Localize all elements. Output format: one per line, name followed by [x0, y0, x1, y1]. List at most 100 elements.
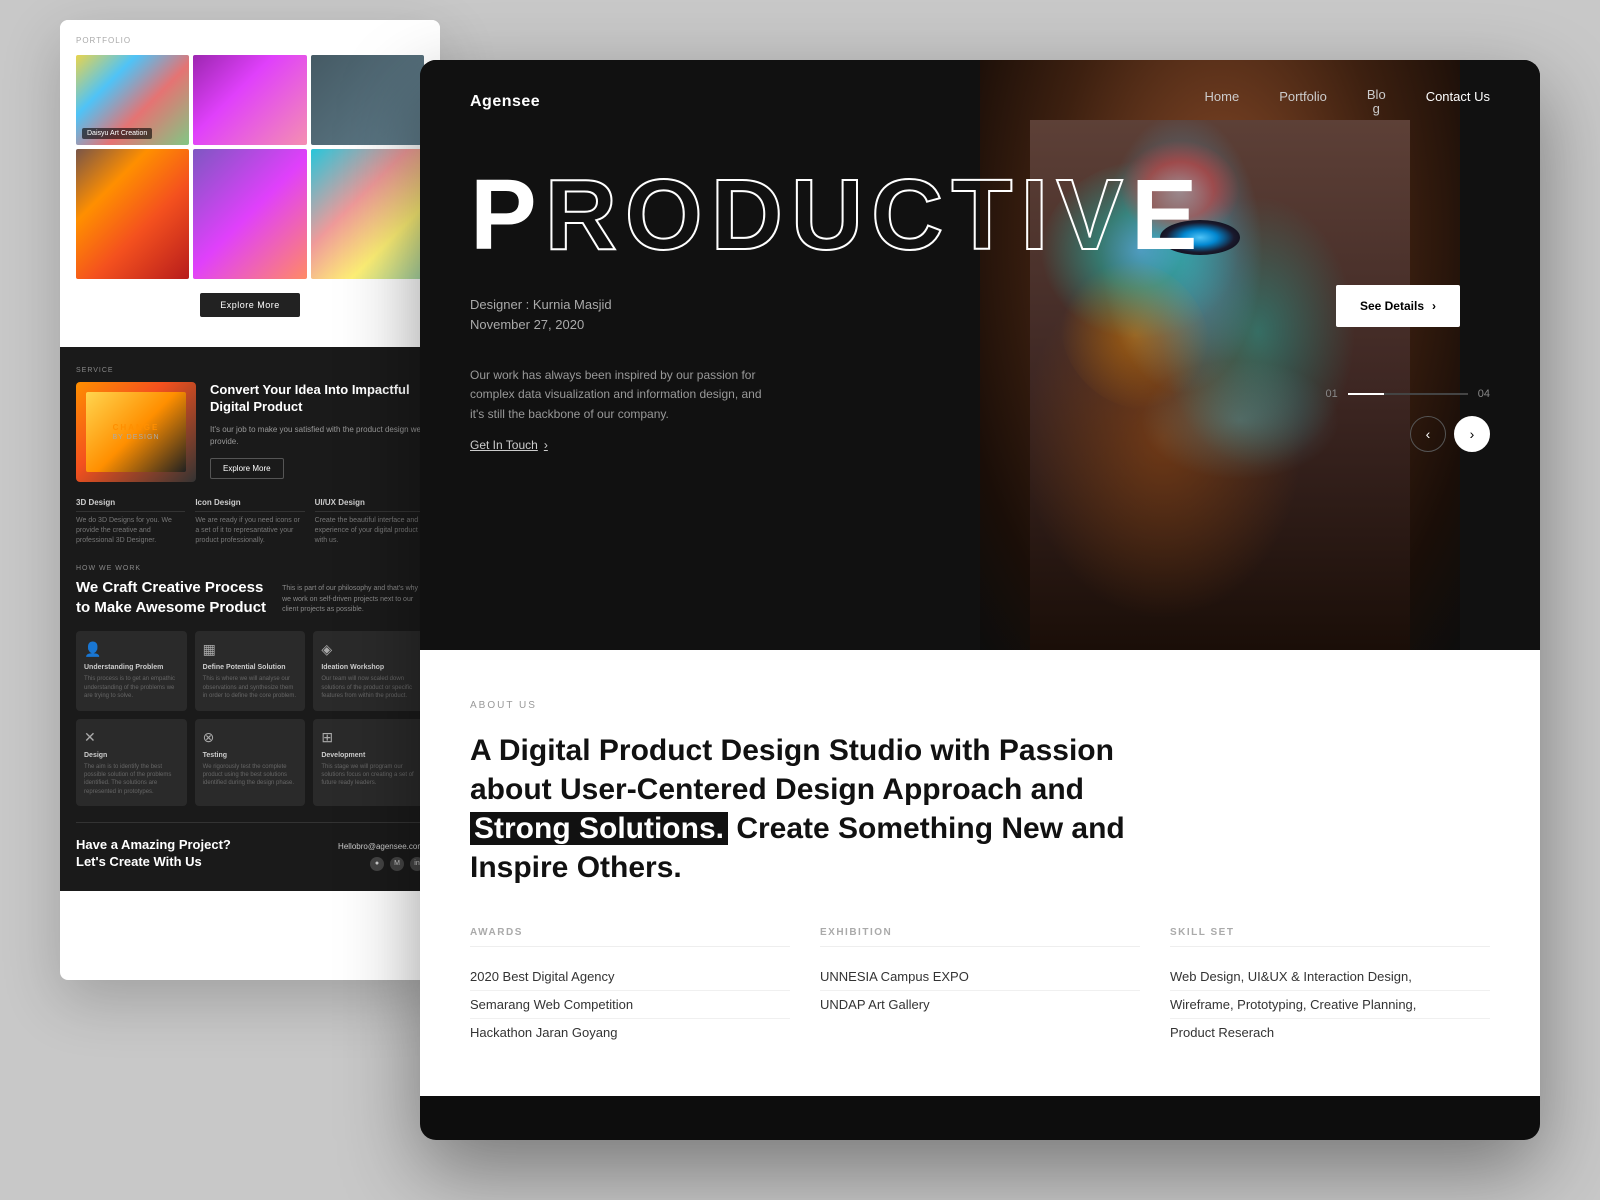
hero-title-hollow: RODUCTIV — [545, 159, 1131, 271]
get-in-touch-link[interactable]: Get In Touch › — [470, 438, 770, 452]
nav-item-portfolio[interactable]: Portfolio — [1279, 88, 1327, 117]
awards-col: AWARDS 2020 Best Digital Agency Semarang… — [470, 927, 790, 1046]
process-title: Development — [321, 752, 416, 759]
portfolio-grid: Daisyu Art Creation — [76, 55, 424, 279]
nav-link-blog[interactable]: Blog — [1367, 88, 1386, 117]
list-item: 3D Design We do 3D Designs for you. We p… — [76, 498, 185, 545]
list-item: ◈ Ideation Workshop Our team will now sc… — [313, 631, 424, 710]
portfolio-section: PORTFOLIO Daisyu Art Creation Explore Mo… — [60, 20, 440, 347]
service-text: Convert Your Idea Into Impactful Digital… — [210, 382, 424, 479]
mail-icon[interactable]: M — [390, 857, 404, 871]
explore-more-button[interactable]: Explore More — [200, 293, 300, 317]
chevron-right-icon: › — [1432, 299, 1436, 313]
how-title: We Craft Creative Processto Make Awesome… — [76, 578, 266, 617]
explore-more-dark-button[interactable]: Explore More — [210, 458, 284, 479]
process-title: Understanding Problem — [84, 664, 179, 671]
lightbulb-icon: ◈ — [321, 641, 416, 658]
service-item-title: Icon Design — [195, 498, 304, 512]
about-title-highlight: Strong Solutions. — [470, 812, 728, 845]
how-we-work-section: HOW WE WORK We Craft Creative Processto … — [76, 565, 424, 617]
about-label: ABOUT US — [470, 700, 1490, 711]
list-item[interactable] — [193, 149, 306, 279]
service-image: CHANGE BY DESIGN — [76, 382, 196, 482]
portfolio-label: PORTFOLIO — [76, 36, 424, 45]
process-title: Testing — [203, 752, 298, 759]
list-item[interactable] — [193, 55, 306, 145]
awards-label: AWARDS — [470, 927, 790, 947]
service-desc: It's our job to make you satisfied with … — [210, 424, 424, 448]
hero-desc-text: Our work has always been inspired by our… — [470, 366, 770, 424]
nav-item-blog[interactable]: Blog — [1367, 88, 1386, 117]
test-icon: ⊗ — [203, 729, 298, 746]
footer-cta-title: Have a Amazing Project?Let's Create With… — [76, 837, 231, 871]
footer-cta: Have a Amazing Project?Let's Create With… — [76, 822, 424, 871]
list-item: ⊞ Development This stage we will program… — [313, 719, 424, 807]
slider-arrows: ‹ › — [1326, 416, 1491, 452]
slider-bar-fill — [1348, 393, 1384, 395]
service-tag: SERVICE — [76, 367, 424, 374]
hero-content: PRODUCTIVE — [420, 145, 1540, 265]
list-item: ⊗ Testing We rigorously test the complet… — [195, 719, 306, 807]
list-item: 2020 Best Digital Agency — [470, 963, 790, 991]
slider-total: 04 — [1478, 388, 1490, 400]
list-item: UI/UX Design Create the beautiful interf… — [315, 498, 424, 545]
globe-icon[interactable]: ● — [370, 857, 384, 871]
nav-link-contact[interactable]: Contact Us — [1426, 89, 1490, 104]
process-desc: The aim is to identify the best possible… — [84, 763, 179, 797]
hero-title: PRODUCTIVE — [470, 165, 1490, 265]
hero-title-solid: P — [470, 159, 545, 271]
service-title: Convert Your Idea Into Impactful Digital… — [210, 382, 424, 416]
hero-designer-info: Designer : Kurnia Masjid November 27, 20… — [420, 295, 1540, 337]
list-item: UNDAP Art Gallery — [820, 991, 1140, 1018]
skill-set-label: SKILL SET — [1170, 927, 1490, 947]
list-item: ▦ Define Potential Solution This is wher… — [195, 631, 306, 710]
exhibition-label: EXHIBITION — [820, 927, 1140, 947]
services-grid: 3D Design We do 3D Designs for you. We p… — [76, 498, 424, 545]
exhibition-col: EXHIBITION UNNESIA Campus EXPO UNDAP Art… — [820, 927, 1140, 1046]
service-item-desc: Create the beautiful interface and exper… — [315, 516, 424, 545]
process-desc: Our team will now scaled down solutions … — [321, 675, 416, 700]
hero-title-end: E — [1131, 159, 1206, 271]
list-item[interactable]: Daisyu Art Creation — [76, 55, 189, 145]
process-title: Design — [84, 752, 179, 759]
nav-item-contact[interactable]: Contact Us — [1426, 88, 1490, 117]
list-item: UNNESIA Campus EXPO — [820, 963, 1140, 991]
list-item: ✕ Design The aim is to identify the best… — [76, 719, 187, 807]
hero-description: Our work has always been inspired by our… — [470, 366, 770, 452]
chart-icon: ▦ — [203, 641, 298, 658]
list-item[interactable] — [311, 55, 424, 145]
footer-contact: Hellobro@agensee.com ● M in — [338, 842, 424, 871]
nav-link-home[interactable]: Home — [1205, 89, 1240, 104]
footer-email: Hellobro@agensee.com — [338, 842, 424, 851]
how-desc: This is part of our philosophy and that'… — [282, 584, 422, 617]
process-title: Ideation Workshop — [321, 664, 416, 671]
about-title: A Digital Product Design Studio with Pas… — [470, 731, 1170, 887]
slider-controls: 01 04 ‹ › — [1326, 388, 1491, 452]
slider-progress: 01 04 — [1326, 388, 1491, 400]
list-item[interactable] — [311, 149, 424, 279]
list-item: 👤 Understanding Problem This process is … — [76, 631, 187, 710]
hero-bottom: Our work has always been inspired by our… — [420, 336, 1540, 472]
slider-current: 01 — [1326, 388, 1338, 400]
service-item-desc: We do 3D Designs for you. We provide the… — [76, 516, 185, 545]
process-grid: 👤 Understanding Problem This process is … — [76, 631, 424, 806]
nav-link-portfolio[interactable]: Portfolio — [1279, 89, 1327, 104]
nav-item-home[interactable]: Home — [1205, 88, 1240, 117]
service-image-row: CHANGE BY DESIGN Convert Your Idea Into … — [76, 382, 424, 482]
nav-logo: Agensee — [470, 93, 540, 111]
main-nav: Agensee Home Portfolio Blog Contact Us — [420, 60, 1540, 145]
code-icon: ⊞ — [321, 729, 416, 746]
footer-social-icons: ● M in — [338, 857, 424, 871]
service-item-desc: We are ready if you need icons or a set … — [195, 516, 304, 545]
slider-prev-button[interactable]: ‹ — [1410, 416, 1446, 452]
slider-next-button[interactable]: › — [1454, 416, 1490, 452]
slider-bar — [1348, 393, 1468, 395]
left-panel: PORTFOLIO Daisyu Art Creation Explore Mo… — [60, 20, 440, 980]
about-section: ABOUT US A Digital Product Design Studio… — [420, 650, 1540, 1096]
list-item[interactable] — [76, 149, 189, 279]
list-item: Product Reserach — [1170, 1019, 1490, 1046]
service-section: SERVICE CHANGE BY DESIGN Convert Your Id… — [60, 347, 440, 891]
see-details-button[interactable]: See Details › — [1336, 285, 1460, 327]
process-desc: This stage we will program our solutions… — [321, 763, 416, 788]
process-desc: We rigorously test the complete product … — [203, 763, 298, 788]
